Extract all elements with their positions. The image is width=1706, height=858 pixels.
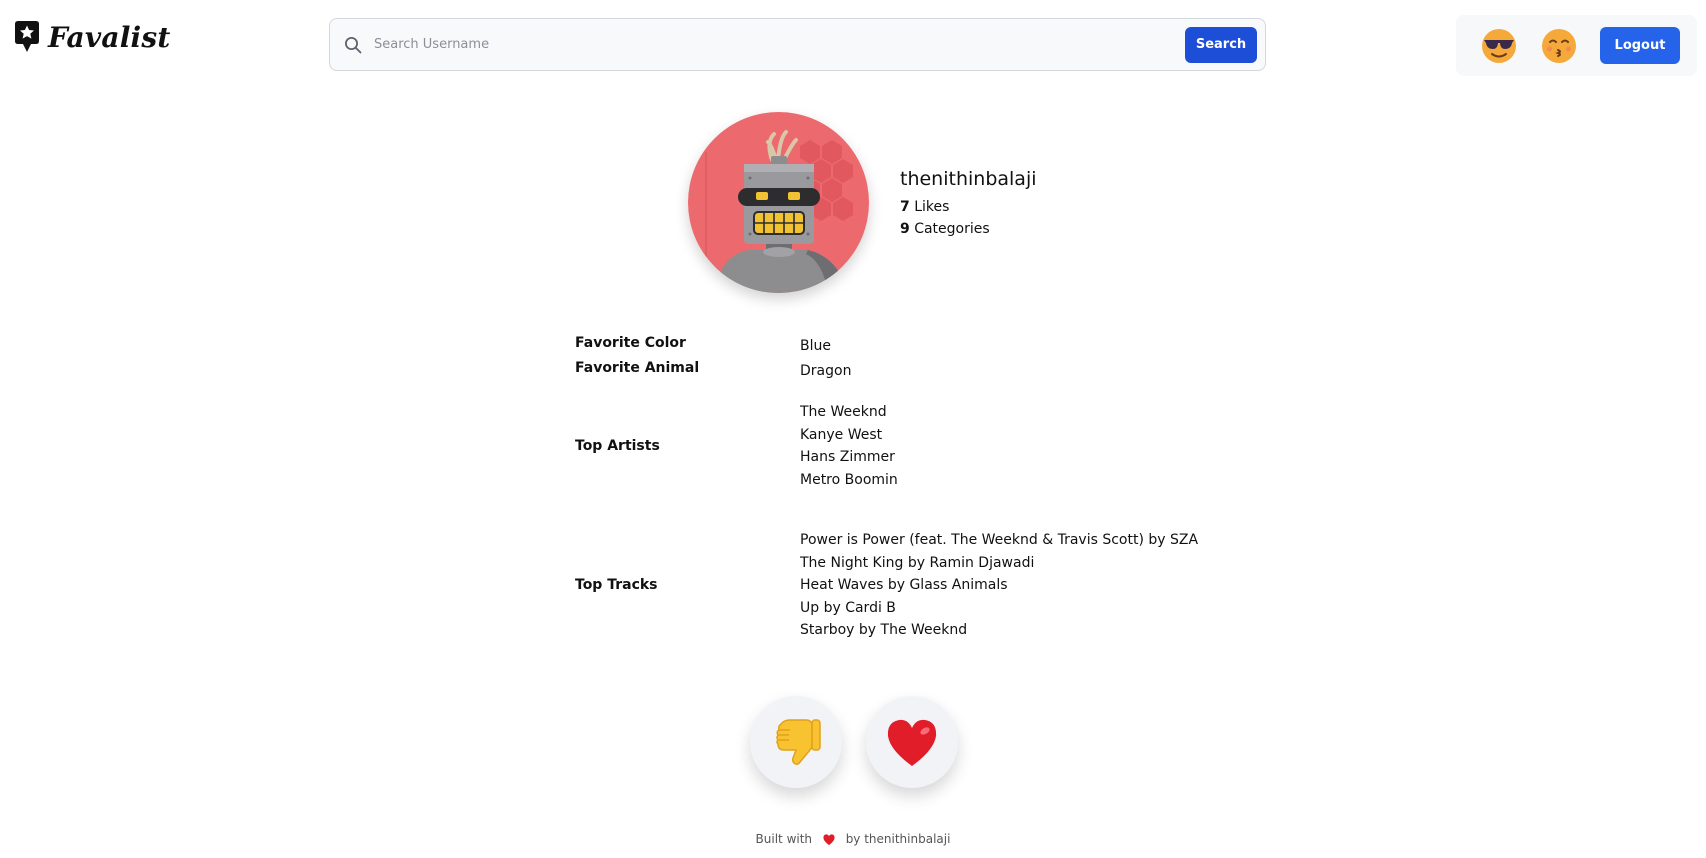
app-logo[interactable]: Favalist <box>12 20 170 54</box>
sunglasses-emoji-icon[interactable] <box>1480 27 1518 65</box>
favorite-color-label: Favorite Color <box>575 335 686 351</box>
top-tracks-label: Top Tracks <box>575 577 658 594</box>
categories-stat: 9 Categories <box>900 218 1037 240</box>
favorite-animal-label: Favorite Animal <box>575 360 700 376</box>
favorite-animal-row: Favorite Animal Dragon <box>575 360 851 383</box>
heart-icon <box>823 834 835 846</box>
logout-button[interactable]: Logout <box>1600 27 1680 64</box>
robot-avatar-icon <box>688 112 869 293</box>
footer-prefix: Built with <box>755 832 813 846</box>
search-input[interactable] <box>364 19 1185 70</box>
likes-count: 7 <box>900 199 910 215</box>
user-panel: Logout <box>1456 15 1697 76</box>
profile-username: thenithinbalaji <box>900 168 1037 190</box>
app-name: Favalist <box>48 20 171 54</box>
likes-label: Likes <box>914 199 950 215</box>
list-item: Starboy by The Weeknd <box>800 622 968 638</box>
categories-label: Categories <box>914 221 990 237</box>
like-button[interactable] <box>866 696 958 788</box>
list-item: Metro Boomin <box>800 471 898 488</box>
search-icon <box>342 34 364 56</box>
star-badge-icon <box>15 21 39 52</box>
list-item: Up by Cardi B <box>800 599 896 616</box>
dislike-button[interactable] <box>750 696 842 788</box>
likes-stat: 7 Likes <box>900 196 1037 218</box>
list-item: The Night King by Ramin Djawadi <box>800 554 1035 571</box>
favorite-color-row: Favorite Color Blue <box>575 335 831 358</box>
profile-info: thenithinbalaji 7 Likes 9 Categories <box>900 168 1037 240</box>
footer-suffix: by thenithinbalaji <box>845 832 951 846</box>
search-button[interactable]: Search <box>1185 26 1257 63</box>
list-item: Heat Waves by Glass Animals <box>800 577 1008 593</box>
list-item: Power is Power (feat. The Weeknd & Travi… <box>800 532 1199 548</box>
search-bar: Search <box>329 18 1266 71</box>
favorite-animal-value: Dragon <box>800 363 852 379</box>
top-tracks-row: Top Tracks Power is Power (feat. The Wee… <box>575 529 1198 642</box>
list-item: Kanye West <box>800 426 883 443</box>
list-item: Hans Zimmer <box>800 449 895 465</box>
top-artists-row: Top Artists The Weeknd Kanye West Hans Z… <box>575 401 898 491</box>
list-item: The Weeknd <box>800 404 887 420</box>
thumbs-down-icon <box>776 719 821 766</box>
kissing-emoji-icon[interactable] <box>1540 27 1578 65</box>
favorite-color-value: Blue <box>800 338 831 354</box>
heart-icon <box>887 719 937 766</box>
footer: Built with by thenithinbalaji <box>0 832 1706 846</box>
categories-count: 9 <box>900 221 910 237</box>
top-artists-label: Top Artists <box>575 438 660 454</box>
